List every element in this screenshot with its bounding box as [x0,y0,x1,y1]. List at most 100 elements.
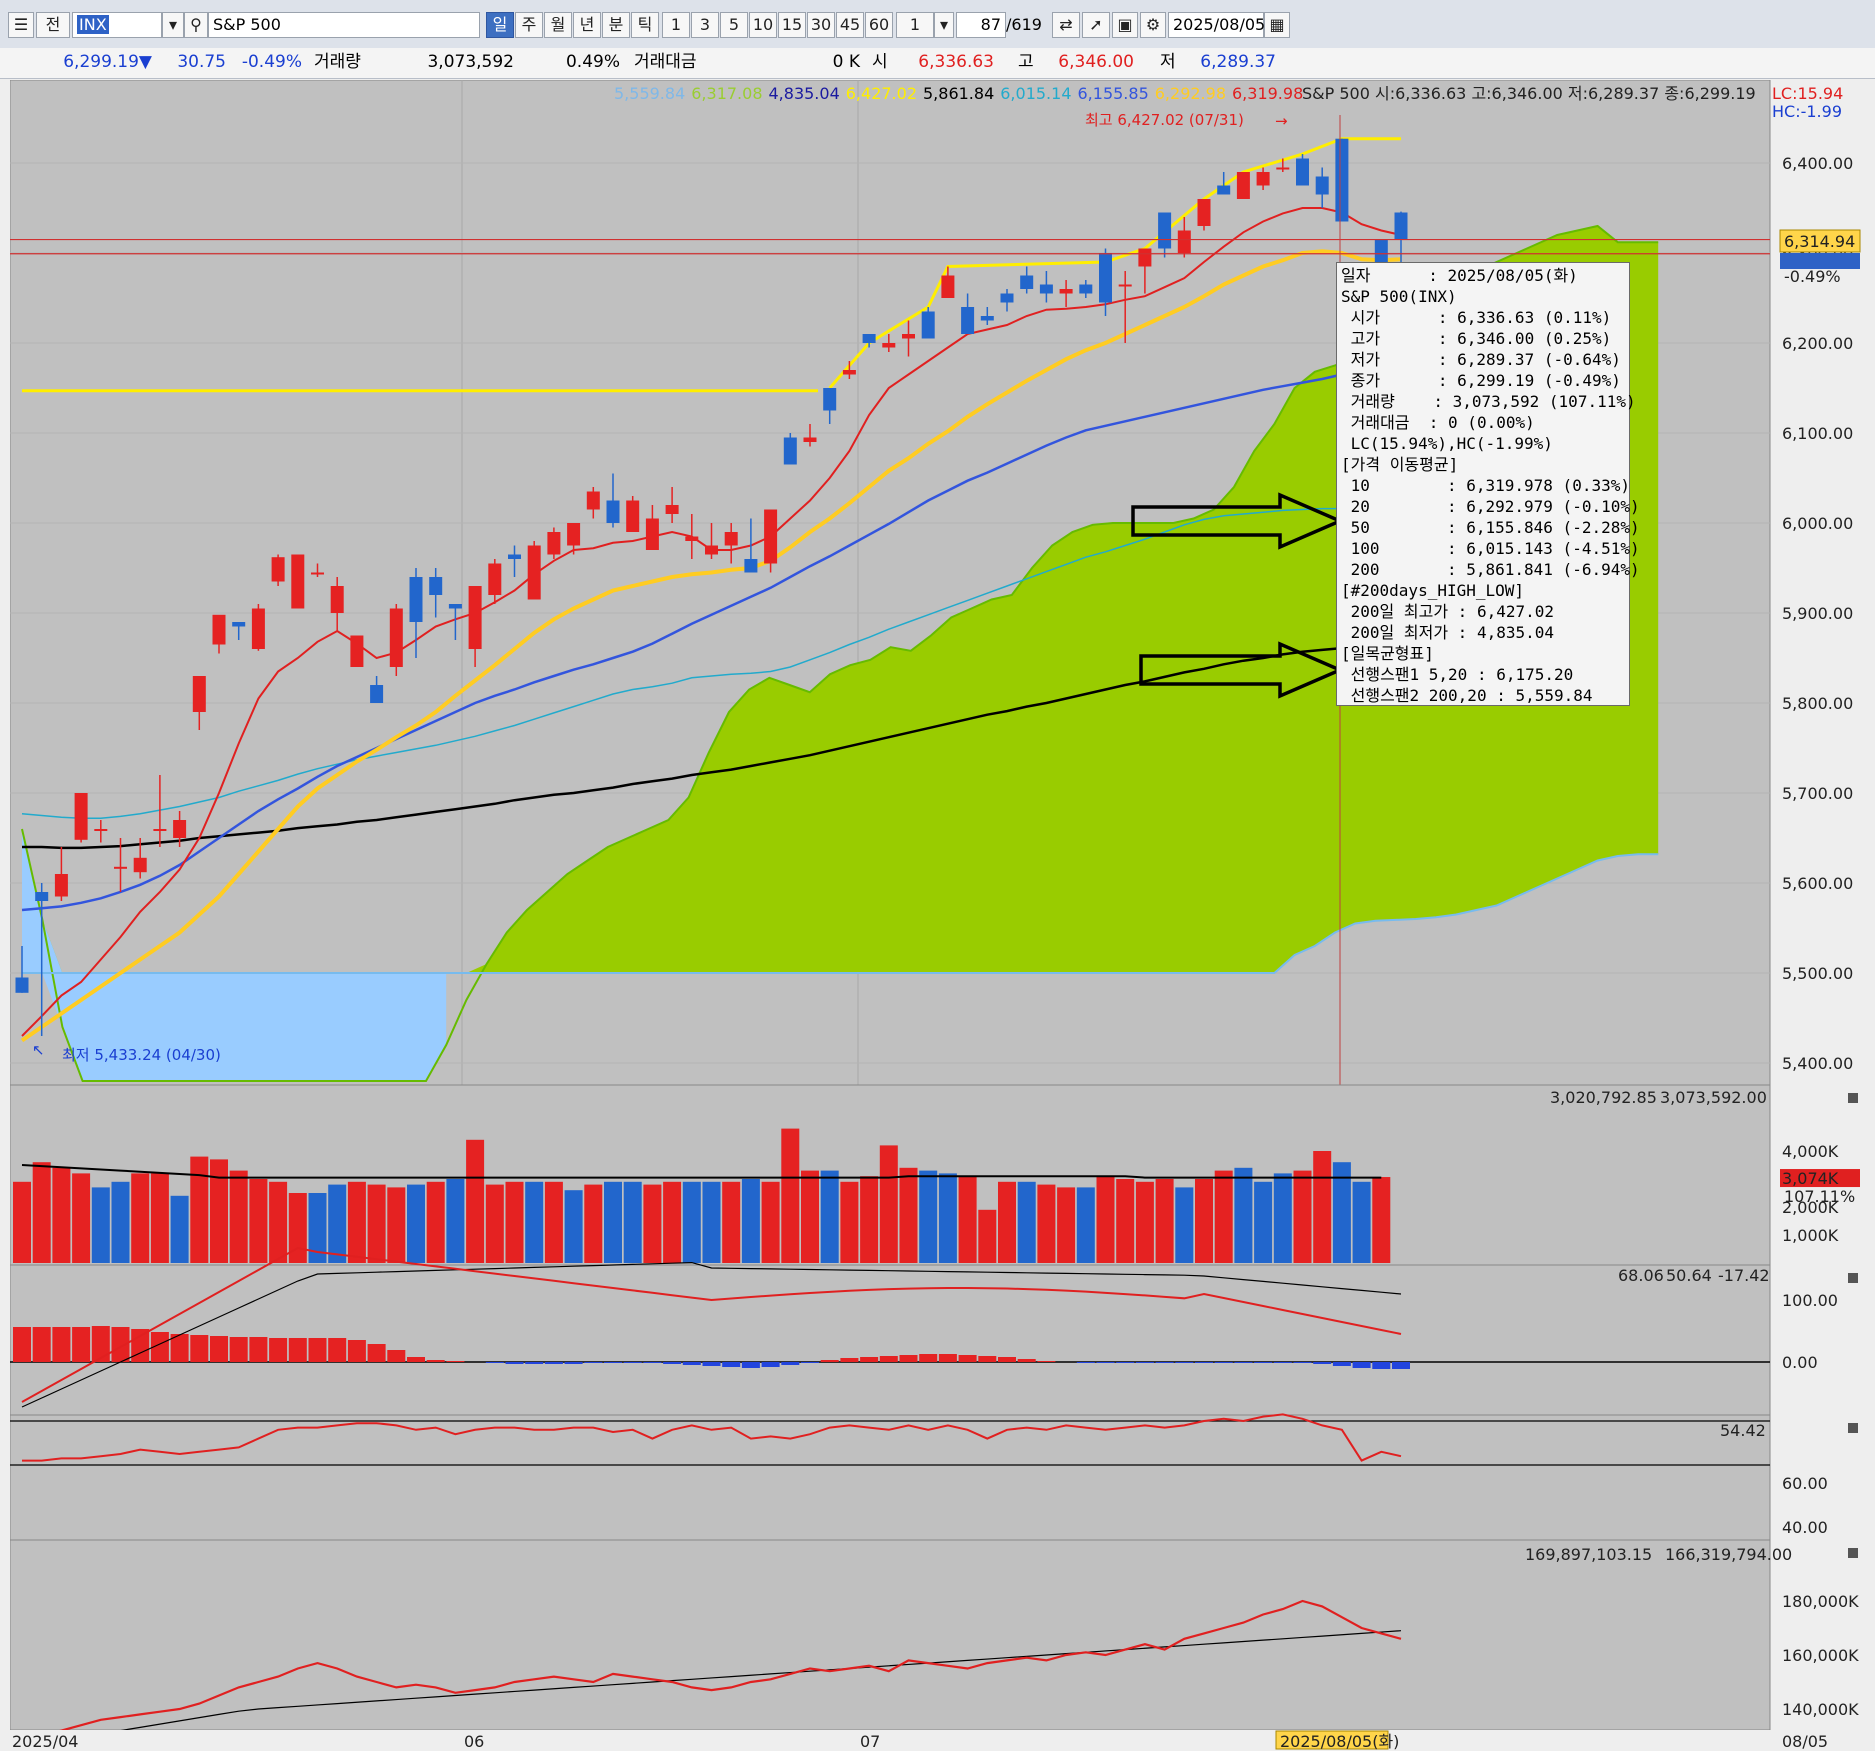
tooltip-row: 선행스팬1 5,20 : 6,175.20 [1341,665,1574,684]
x-tick-label: 07 [860,1732,880,1750]
high-value: 6,346.00 [1058,52,1134,72]
x-tick-label: 06 [464,1732,484,1750]
open-value: 6,336.63 [918,52,994,72]
compare-icon[interactable]: ⇄ [1052,12,1080,38]
ma-legend-value: 6,319.98 [1232,84,1304,103]
menu-icon[interactable]: ☰ [8,12,34,38]
high-marker-arrow: → [1275,112,1288,130]
volume-bar [1273,1173,1292,1263]
price-tick-label: 6,400.00 [1782,154,1853,173]
count-input[interactable]: 87 [956,12,1006,38]
search-icon[interactable]: ⚲ [184,12,208,38]
candle-body [882,343,896,348]
candle-body [764,509,778,564]
period-button[interactable]: 년 [573,12,601,38]
candle-body [705,545,718,555]
candle-body [271,557,285,582]
calendar-icon[interactable]: ▦ [1264,12,1290,38]
macd-histogram-bar [702,1362,721,1366]
macd-histogram-bar [544,1362,563,1364]
interval-button[interactable]: 45 [836,12,864,38]
interval-button[interactable]: 60 [865,12,893,38]
macd-histogram-bar [1175,1362,1194,1363]
rsi-panel: 60.00 40.00 54.42 [10,1413,1828,1541]
code-dropdown-icon[interactable]: ▾ [162,12,184,38]
period-button[interactable]: 분 [602,12,630,38]
obv-header2: 166,319,794.00 [1665,1545,1792,1564]
volume-bar [781,1128,800,1263]
period-button[interactable]: 틱 [631,12,659,38]
candle-body [74,793,88,840]
settings-icon[interactable]: ⚙ [1140,12,1166,38]
macd-histogram-bar [52,1327,71,1362]
symbol-name-field[interactable]: S&P 500 [208,12,480,38]
tooltip-row: 200일 최저가 : 4,835.04 [1341,623,1555,642]
volume-bar [170,1195,189,1263]
macd-histogram-bar [820,1360,839,1362]
current-price-text: 6,314.94 [1784,232,1855,251]
volume-bar [1096,1176,1115,1263]
macd-tick-label: 0.00 [1782,1353,1818,1372]
macd-histogram-bar [1293,1362,1312,1363]
date-input[interactable]: 2025/08/05 [1168,12,1265,38]
interval-button[interactable]: 3 [691,12,719,38]
draw-tool-icon[interactable]: ➚ [1082,12,1110,38]
candle-body [783,437,797,465]
macd-histogram-bar [1332,1362,1351,1366]
market-select[interactable]: 전 [36,12,70,38]
price-tick-label: 6,100.00 [1782,424,1853,443]
candle-body [862,334,876,343]
data-tooltip: 일자 : 2025/08/05(화) S&P 500(INX) 시가 : 6,33… [1336,262,1640,706]
current-change-text: -0.49% [1784,267,1841,286]
candle-body [35,892,49,901]
period-button[interactable]: 월 [544,12,572,38]
volume-bar [446,1179,465,1263]
volume-bar [1293,1170,1312,1263]
x-tick-label: 2025/04 [12,1732,78,1750]
price-change-pct: -0.49% [241,52,302,72]
volume-bar [1116,1179,1135,1263]
tooltip-row: [일목균형표] [1341,644,1434,663]
panel-close-icon [1848,1273,1858,1283]
candle-body [645,518,659,550]
candle-body [961,307,975,334]
macd-histogram-bar [13,1327,31,1362]
tooltip-row: 일자 : 2025/08/05(화) [1341,266,1578,285]
price-tick-label: 5,600.00 [1782,874,1853,893]
save-icon[interactable]: ▣ [1112,12,1138,38]
code-value: INX [77,15,109,34]
tooltip-row: 20 : 6,292.979 (-0.10%) [1341,497,1640,516]
volume-bar [150,1173,169,1263]
multiplier-dropdown-icon[interactable]: ▾ [934,12,954,38]
volume-bar [1254,1181,1273,1263]
volume-bar [919,1170,938,1263]
volume-bar [682,1181,701,1263]
period-button[interactable]: 일 [486,12,514,38]
interval-button[interactable]: 15 [778,12,806,38]
quote-bar: 6,299.19▼ 30.75 -0.49% 거래량 3,073,592 0.4… [0,48,1875,79]
ma-legend-value: 5,559.84 [614,84,686,103]
interval-button[interactable]: 5 [720,12,748,38]
interval-button[interactable]: 1 [662,12,690,38]
macd-histogram-bar [840,1358,859,1362]
interval-button[interactable]: 30 [807,12,835,38]
macd-histogram-bar [426,1360,445,1362]
ma-legend-value: 4,835.04 [768,84,840,103]
volume-badge: 3,074K [1782,1169,1839,1188]
volume-bar [249,1179,268,1263]
macd-header: 68.06 [1618,1266,1664,1285]
candle-body [1118,284,1132,287]
period-button[interactable]: 주 [515,12,543,38]
macd-histogram-bar [978,1356,997,1362]
multiplier-input[interactable]: 1 [896,12,934,38]
volume-bar [269,1181,288,1263]
macd-histogram-bar [741,1362,760,1368]
interval-button[interactable]: 10 [749,12,777,38]
rsi-header: 54.42 [1720,1421,1766,1440]
candle-body [350,635,364,667]
rsi-tick-label: 60.00 [1782,1474,1828,1493]
macd-panel: 100.00 0.00 68.06 50.64 -17.42 [10,1246,1838,1416]
turnover-label: 거래대금 [634,52,697,72]
macd-histogram-bar [190,1335,209,1362]
code-input[interactable]: INX [72,12,162,38]
